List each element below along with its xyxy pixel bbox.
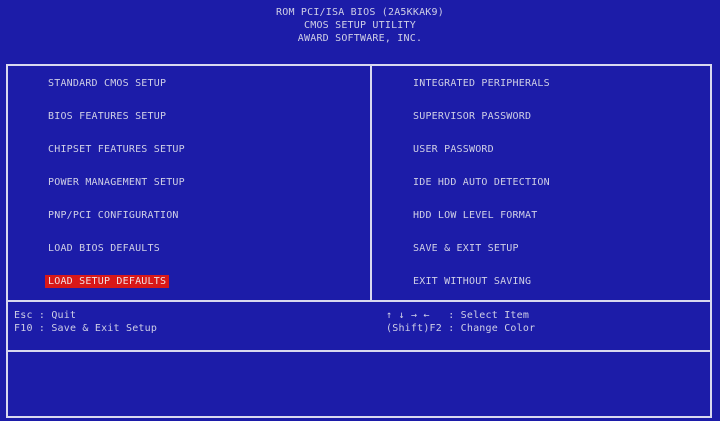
menu-item-power-management-setup[interactable]: POWER MANAGEMENT SETUP bbox=[45, 176, 188, 189]
menu-item-chipset-features-setup[interactable]: CHIPSET FEATURES SETUP bbox=[45, 143, 188, 156]
menu-item-supervisor-password[interactable]: SUPERVISOR PASSWORD bbox=[410, 110, 534, 123]
menu-item-bios-features-setup[interactable]: BIOS FEATURES SETUP bbox=[45, 110, 169, 123]
menu-area: STANDARD CMOS SETUP BIOS FEATURES SETUP … bbox=[8, 66, 710, 300]
help-shift-f2-change-color: (Shift)F2 : Change Color bbox=[386, 323, 536, 334]
menu-item-exit-without-saving[interactable]: EXIT WITHOUT SAVING bbox=[410, 275, 534, 288]
status-divider bbox=[8, 350, 710, 352]
bios-setup-screen: ROM PCI/ISA BIOS (2A5KKAK9) CMOS SETUP U… bbox=[0, 0, 720, 421]
menu-item-save-exit-setup[interactable]: SAVE & EXIT SETUP bbox=[410, 242, 522, 255]
menu-item-hdd-low-level-format[interactable]: HDD LOW LEVEL FORMAT bbox=[410, 209, 540, 222]
menu-item-ide-hdd-auto-detection[interactable]: IDE HDD AUTO DETECTION bbox=[410, 176, 553, 189]
column-divider bbox=[370, 66, 372, 300]
menu-item-integrated-peripherals[interactable]: INTEGRATED PERIPHERALS bbox=[410, 77, 553, 90]
menu-frame: STANDARD CMOS SETUP BIOS FEATURES SETUP … bbox=[6, 64, 712, 418]
bios-rom-title: ROM PCI/ISA BIOS (2A5KKAK9) bbox=[276, 7, 444, 18]
help-divider bbox=[8, 300, 710, 302]
menu-item-standard-cmos-setup[interactable]: STANDARD CMOS SETUP bbox=[45, 77, 169, 90]
menu-item-user-password[interactable]: USER PASSWORD bbox=[410, 143, 497, 156]
menu-item-pnp-pci-configuration[interactable]: PNP/PCI CONFIGURATION bbox=[45, 209, 182, 222]
help-arrow-select-item: ↑ ↓ → ← : Select Item bbox=[386, 310, 530, 321]
help-f10-save-exit: F10 : Save & Exit Setup bbox=[14, 323, 158, 334]
bios-utility-title: CMOS SETUP UTILITY bbox=[304, 20, 416, 31]
bios-header: ROM PCI/ISA BIOS (2A5KKAK9) CMOS SETUP U… bbox=[0, 6, 720, 45]
help-esc-quit: Esc : Quit bbox=[14, 310, 77, 321]
menu-item-load-setup-defaults[interactable]: LOAD SETUP DEFAULTS bbox=[45, 275, 170, 288]
menu-item-load-bios-defaults[interactable]: LOAD BIOS DEFAULTS bbox=[45, 242, 163, 255]
bios-vendor: AWARD SOFTWARE, INC. bbox=[297, 33, 423, 44]
